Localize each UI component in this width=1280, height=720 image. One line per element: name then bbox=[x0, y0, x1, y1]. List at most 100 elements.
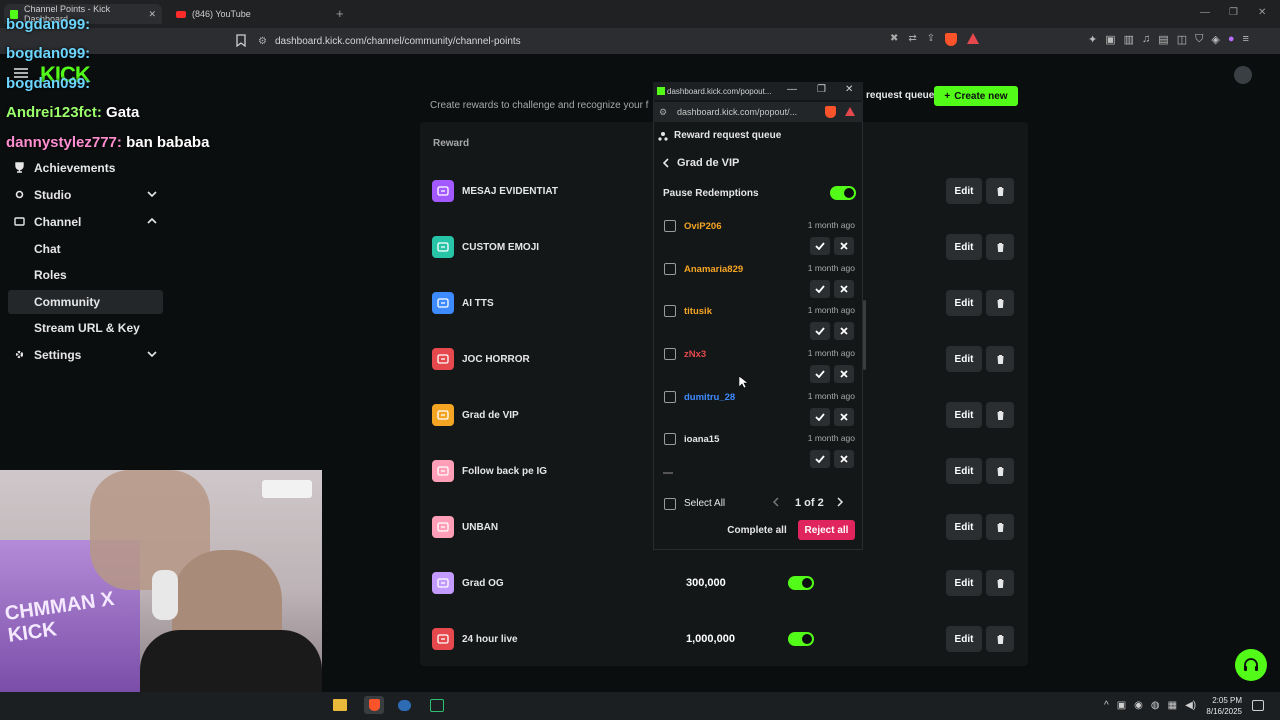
site-settings-icon[interactable]: ⚙ bbox=[659, 107, 667, 118]
user-avatar[interactable] bbox=[1234, 66, 1252, 84]
redemption-checkbox[interactable] bbox=[664, 348, 676, 360]
new-tab-button[interactable]: + bbox=[336, 6, 344, 21]
edit-reward-button[interactable]: Edit bbox=[946, 402, 982, 428]
delete-reward-button[interactable] bbox=[986, 178, 1014, 204]
brave-shield-icon[interactable] bbox=[825, 106, 836, 118]
tray-app-icon[interactable]: ◍ bbox=[1151, 700, 1160, 711]
bookmark-icon[interactable] bbox=[236, 34, 246, 47]
reject-redemption-button[interactable] bbox=[834, 280, 854, 298]
sidebar-item-community[interactable]: Community bbox=[8, 290, 163, 314]
redemption-checkbox[interactable] bbox=[664, 263, 676, 275]
reject-redemption-button[interactable] bbox=[834, 365, 854, 383]
sidebar-item-channel[interactable]: Channel bbox=[8, 210, 163, 234]
notifications-icon[interactable] bbox=[1252, 700, 1264, 711]
vpn-icon[interactable]: ⛉ bbox=[1195, 33, 1203, 46]
redemption-checkbox[interactable] bbox=[664, 391, 676, 403]
delete-reward-button[interactable] bbox=[986, 346, 1014, 372]
reward-enabled-toggle[interactable] bbox=[788, 576, 814, 590]
popout-scrollbar[interactable] bbox=[863, 300, 866, 370]
approve-redemption-button[interactable] bbox=[810, 408, 830, 426]
request-queue-button[interactable]: request queue bbox=[866, 90, 934, 101]
close-window-icon[interactable]: ✕ bbox=[1258, 7, 1266, 18]
delete-reward-button[interactable] bbox=[986, 626, 1014, 652]
back-button[interactable]: Grad de VIP bbox=[663, 157, 739, 169]
close-window-icon[interactable]: ✕ bbox=[845, 84, 853, 95]
edit-reward-button[interactable]: Edit bbox=[946, 346, 982, 372]
reject-redemption-button[interactable] bbox=[834, 322, 854, 340]
edit-reward-button[interactable]: Edit bbox=[946, 458, 982, 484]
sidebar-item-settings[interactable]: Settings bbox=[8, 343, 163, 367]
tray-app-icon[interactable]: ◉ bbox=[1134, 700, 1143, 711]
reward-enabled-toggle[interactable] bbox=[788, 632, 814, 646]
redemption-user[interactable]: ioana15 bbox=[684, 434, 719, 445]
maximize-icon[interactable]: ❐ bbox=[1229, 7, 1238, 18]
translate-icon[interactable]: ⇄ bbox=[908, 33, 916, 46]
delete-reward-button[interactable] bbox=[986, 290, 1014, 316]
select-all-checkbox[interactable] bbox=[664, 498, 676, 510]
edit-reward-button[interactable]: Edit bbox=[946, 178, 982, 204]
site-settings-icon[interactable]: ⚙ bbox=[258, 36, 267, 47]
vpn-shield-icon[interactable]: ◈ bbox=[1211, 33, 1219, 46]
delete-reward-button[interactable] bbox=[986, 514, 1014, 540]
extensions-icon[interactable]: ✦ bbox=[1088, 33, 1097, 46]
url-field[interactable]: ⚙ dashboard.kick.com/channel/community/c… bbox=[258, 32, 988, 50]
brave-shield-icon[interactable] bbox=[945, 33, 958, 46]
approve-redemption-button[interactable] bbox=[810, 280, 830, 298]
delete-reward-button[interactable] bbox=[986, 402, 1014, 428]
approve-redemption-button[interactable] bbox=[810, 237, 830, 255]
profile-icon[interactable]: ● bbox=[1228, 33, 1235, 46]
delete-reward-button[interactable] bbox=[986, 234, 1014, 260]
support-chat-button[interactable] bbox=[1235, 649, 1267, 681]
rewards-icon[interactable] bbox=[967, 33, 980, 44]
redemption-checkbox[interactable] bbox=[664, 220, 676, 232]
pause-redemptions-toggle[interactable] bbox=[830, 186, 856, 200]
wallet-icon[interactable]: ▤ bbox=[1158, 33, 1168, 46]
tray-chevron-icon[interactable]: ^ bbox=[1104, 700, 1109, 711]
minimize-icon[interactable]: — bbox=[787, 84, 797, 95]
volume-icon[interactable]: ◀) bbox=[1185, 700, 1196, 711]
approve-redemption-button[interactable] bbox=[810, 365, 830, 383]
minimize-icon[interactable]: — bbox=[1200, 7, 1210, 18]
popout-url-bar[interactable]: ⚙ dashboard.kick.com/popout/... bbox=[653, 102, 863, 122]
pip-icon[interactable]: ◫ bbox=[1177, 33, 1187, 46]
sidebar-item-studio[interactable]: Studio bbox=[8, 183, 163, 207]
approve-redemption-button[interactable] bbox=[810, 450, 830, 468]
delete-reward-button[interactable] bbox=[986, 570, 1014, 596]
tab-youtube[interactable]: (846) YouTube bbox=[170, 4, 330, 24]
redemption-user[interactable]: Anamaria829 bbox=[684, 264, 743, 275]
prev-page-icon[interactable] bbox=[772, 496, 780, 508]
menu-icon[interactable]: ≡ bbox=[1242, 33, 1248, 46]
next-page-icon[interactable] bbox=[836, 496, 844, 508]
taskbar-clock[interactable]: 2:05 PM 8/16/2025 bbox=[1200, 695, 1242, 717]
redemption-user[interactable]: dumitru_28 bbox=[684, 392, 735, 403]
tab-close-icon[interactable]: ✕ bbox=[148, 9, 156, 20]
app-taskbar-icon[interactable] bbox=[430, 699, 444, 712]
maximize-icon[interactable]: ❐ bbox=[817, 84, 826, 95]
mute-icon[interactable]: ✖ bbox=[890, 33, 898, 46]
sidebar-item-chat[interactable]: Chat bbox=[8, 237, 163, 261]
edit-reward-button[interactable]: Edit bbox=[946, 626, 982, 652]
reject-redemption-button[interactable] bbox=[834, 237, 854, 255]
redemption-user[interactable]: titusik bbox=[684, 306, 712, 317]
edit-reward-button[interactable]: Edit bbox=[946, 234, 982, 260]
redemption-checkbox[interactable] bbox=[664, 305, 676, 317]
approve-redemption-button[interactable] bbox=[810, 322, 830, 340]
edit-reward-button[interactable]: Edit bbox=[946, 290, 982, 316]
edit-reward-button[interactable]: Edit bbox=[946, 570, 982, 596]
sidebar-item-stream-url[interactable]: Stream URL & Key bbox=[8, 316, 163, 340]
reject-redemption-button[interactable] bbox=[834, 450, 854, 468]
rewards-icon[interactable] bbox=[845, 107, 855, 116]
sidebar-item-achievements[interactable]: Achievements bbox=[8, 156, 163, 180]
network-icon[interactable]: ▦ bbox=[1168, 700, 1177, 711]
share-icon[interactable]: ⇪ bbox=[927, 33, 935, 46]
complete-all-button[interactable]: Complete all bbox=[727, 520, 787, 540]
delete-reward-button[interactable] bbox=[986, 458, 1014, 484]
sidebar-toggle-icon[interactable]: ▥ bbox=[1124, 33, 1134, 46]
music-icon[interactable]: ♫ bbox=[1142, 33, 1150, 46]
steam-icon[interactable] bbox=[398, 700, 411, 711]
edit-reward-button[interactable]: Edit bbox=[946, 514, 982, 540]
tray-app-icon[interactable]: ▣ bbox=[1117, 700, 1126, 711]
screenshot-icon[interactable]: ▣ bbox=[1105, 33, 1115, 46]
file-explorer-icon[interactable] bbox=[333, 699, 347, 711]
redemption-user[interactable]: OviP206 bbox=[684, 221, 722, 232]
